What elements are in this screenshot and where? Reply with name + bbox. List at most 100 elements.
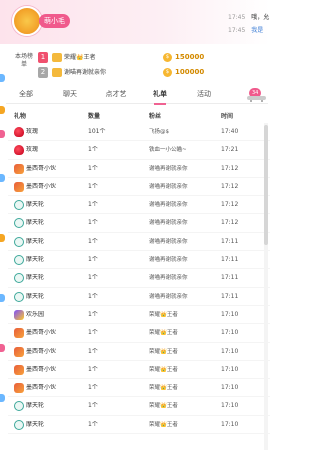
gift-name: 玫瑰	[26, 128, 39, 135]
fan-name[interactable]: 荣耀👑王者	[149, 421, 219, 429]
gift-quantity: 1个	[88, 237, 98, 245]
edge-badge	[0, 234, 5, 242]
fan-name[interactable]: 谢喵再谢就亲你	[149, 201, 219, 209]
gift-time: 17:21	[221, 146, 239, 154]
fan-name[interactable]: 谢喵再谢就亲你	[149, 274, 219, 282]
tab-activity[interactable]: 活动	[192, 86, 216, 104]
table-row: 欢乐园 1个 荣耀👑王者 17:10	[8, 306, 270, 325]
gift-quantity: 1个	[88, 329, 98, 337]
fan-name[interactable]: 谢喵再谢就亲你	[149, 219, 219, 227]
table-header: 礼物 数量 粉丝 时间	[8, 107, 270, 123]
gift-quantity: 1个	[88, 201, 98, 209]
streamer-avatar[interactable]	[12, 6, 42, 36]
gift-time: 17:12	[221, 219, 239, 227]
gift-quantity: 1个	[88, 384, 98, 392]
chat-time: 17:45	[228, 27, 246, 34]
tab-all[interactable]: 全部	[14, 86, 38, 104]
fan-name[interactable]: 谢喵再谢就亲你	[149, 293, 219, 301]
table-row: 玫瑰 101个 飞扬@$ 17:40	[8, 123, 270, 142]
fan-name[interactable]: 飞扬@$	[149, 128, 219, 136]
tab-bar: 全部 聊天 点才艺 礼单 活动 34	[6, 86, 268, 105]
gift-time: 17:11	[221, 256, 239, 264]
chat-line: 17:45 哦，允	[228, 12, 269, 21]
fan-name[interactable]: 谢喵再谢就亲你	[149, 165, 219, 173]
gift-quantity: 1个	[88, 164, 98, 172]
gift-time: 17:11	[221, 274, 239, 282]
gift-time: 17:12	[221, 164, 239, 172]
edge-badge	[0, 106, 5, 114]
gift-quantity: 1个	[88, 402, 98, 410]
fan-name[interactable]: 荣耀👑王者	[149, 311, 219, 319]
edge-badge	[0, 394, 5, 402]
table-row: 墨西哥小伙 1个 荣耀👑王者 17:10	[8, 343, 270, 361]
fan-name[interactable]: 荣耀👑王者	[149, 348, 219, 356]
table-row: 摩天轮 1个 谢喵再谢就亲你 17:12	[8, 196, 270, 215]
edge-badge	[0, 130, 5, 138]
gift-quantity: 1个	[88, 146, 98, 154]
rank-number: 1	[38, 52, 48, 63]
fan-name[interactable]: 荣耀👑王者	[149, 402, 219, 410]
tab-talent[interactable]: 点才艺	[102, 86, 130, 104]
header-gift: 礼物	[14, 113, 27, 120]
table-row: 墨西哥小伙 1个 荣耀👑王者 17:10	[8, 361, 270, 380]
gift-time: 17:12	[221, 182, 239, 190]
gift-name: 墨西哥小伙	[26, 329, 57, 337]
header-banner: 萌小毛 17:45 哦，允 17:45 我是	[0, 0, 270, 44]
fan-name[interactable]: 谢喵再谢就亲你	[149, 183, 219, 191]
edge-badge	[0, 74, 5, 82]
chat-message: 哦，允	[251, 14, 270, 21]
gift-quantity: 1个	[88, 256, 98, 264]
fan-name[interactable]: 荣耀👑王者	[149, 384, 219, 392]
gift-name: 墨西哥小伙	[26, 365, 57, 373]
tab-gift-list[interactable]: 礼单	[148, 86, 172, 105]
table-row: 墨西哥小伙 1个 荣耀👑王者 17:10	[8, 379, 270, 398]
gift-quantity: 1个	[88, 347, 98, 355]
gift-name: 摩天轮	[26, 237, 45, 245]
gift-quantity: 1个	[88, 219, 98, 227]
fan-name[interactable]: 铁血一小公瞄~	[149, 146, 219, 154]
rank-entry[interactable]: 2 谢喵再谢就亲你 $ 100000	[38, 67, 260, 79]
user-level-icon	[52, 53, 62, 62]
rank-number: 2	[38, 67, 48, 78]
fan-name[interactable]: 谢喵再谢就亲你	[149, 238, 219, 246]
gift-name: 欢乐园	[26, 310, 45, 318]
edge-badge	[0, 344, 5, 352]
rank-label: 本场榜单	[14, 53, 33, 68]
scrollbar-thumb[interactable]	[264, 125, 268, 245]
table-row: 摩天轮 1个 谢喵再谢就亲你 17:11	[8, 251, 270, 270]
gift-name: 墨西哥小伙	[26, 182, 57, 190]
edge-badge	[0, 294, 5, 302]
fan-name[interactable]: 荣耀👑王者	[149, 329, 219, 337]
gift-name: 摩天轮	[26, 402, 45, 410]
gift-list-panel: 萌小毛 17:45 哦，允 17:45 我是 本场榜单 1 荣耀👑王者 $ 15…	[0, 0, 270, 450]
edge-badge	[0, 174, 5, 182]
table-row: 墨西哥小伙 1个 谢喵再谢就亲你 17:12	[8, 160, 270, 178]
gift-time: 17:11	[221, 237, 239, 245]
tab-chat[interactable]: 聊天	[58, 86, 82, 104]
car-icon[interactable]	[246, 94, 268, 102]
gift-quantity: 1个	[88, 420, 98, 428]
streamer-name[interactable]: 萌小毛	[39, 14, 70, 28]
table-row: 摩天轮 1个 谢喵再谢就亲你 17:11	[8, 288, 270, 306]
header-fan: 粉丝	[149, 113, 162, 120]
chat-message: 我是	[251, 27, 264, 34]
gift-time: 17:10	[221, 347, 239, 355]
rank-user-name: 谢喵再谢就亲你	[64, 69, 107, 76]
table-row: 摩天轮 1个 谢喵再谢就亲你 17:11	[8, 269, 270, 288]
coin-icon: $	[163, 68, 172, 77]
coin-icon: $	[163, 53, 172, 62]
gift-time: 17:10	[221, 310, 239, 318]
gift-name: 墨西哥小伙	[26, 384, 57, 392]
fan-name[interactable]: 谢喵再谢就亲你	[149, 256, 219, 264]
gift-time: 17:11	[221, 292, 239, 300]
gift-quantity: 1个	[88, 182, 98, 190]
table-row: 玫瑰 1个 铁血一小公瞄~ 17:21	[8, 141, 270, 160]
rank-entry[interactable]: 1 荣耀👑王者 $ 150000	[38, 52, 260, 64]
gift-time: 17:10	[221, 329, 239, 337]
fan-name[interactable]: 荣耀👑王者	[149, 366, 219, 374]
left-edge-decoration	[0, 44, 6, 450]
gift-table-body: 玫瑰 101个 飞扬@$ 17:40 玫瑰 1个 铁血一小公瞄~ 17:21 墨西哥小伙 1个 谢喵…	[8, 123, 270, 435]
gift-time: 17:40	[221, 128, 239, 135]
user-level-icon	[52, 68, 62, 77]
gift-name: 玫瑰	[26, 146, 39, 154]
